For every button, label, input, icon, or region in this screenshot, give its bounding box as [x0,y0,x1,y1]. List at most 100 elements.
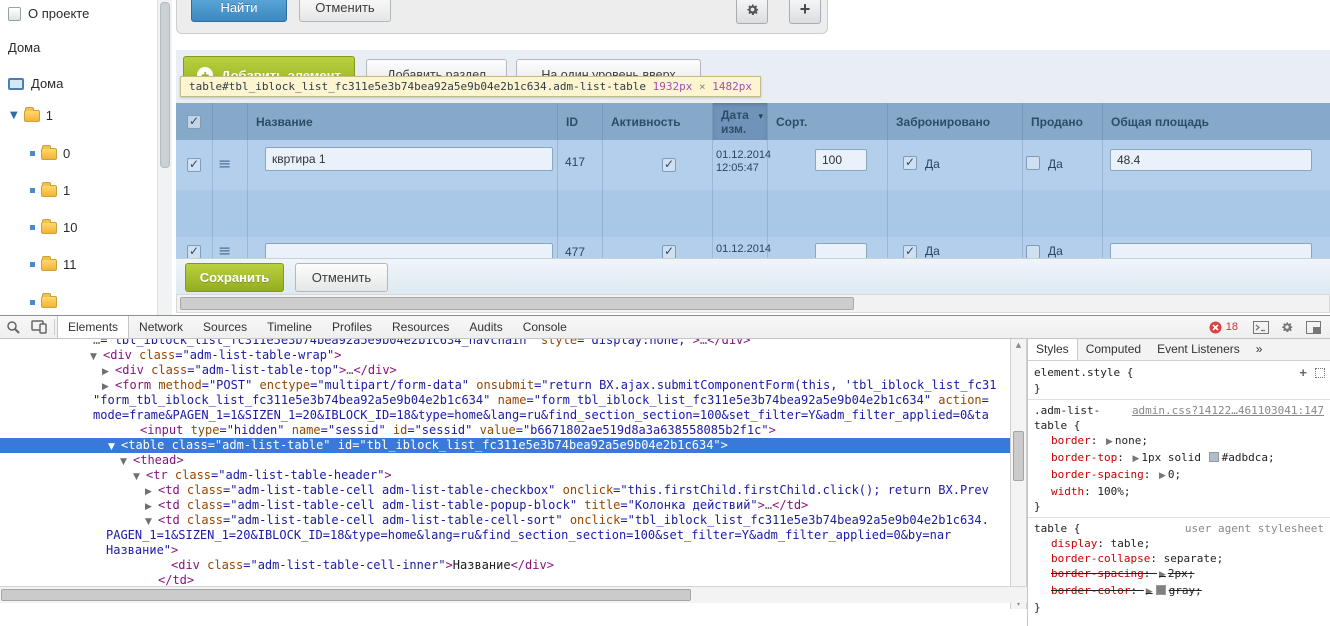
row-menu-icon[interactable]: ≡ [218,154,231,173]
area-input[interactable] [1110,149,1312,171]
select-all-checkbox[interactable] [187,114,201,129]
devtools-tab-network[interactable]: Network [129,316,193,338]
horizontal-scrollbar[interactable] [176,294,1330,313]
dom-node-line[interactable]: ▼ <td class="adm-list-table-cell adm-list… [0,513,1010,528]
sort-input[interactable] [815,149,867,171]
error-badge-icon[interactable] [1208,321,1224,334]
scrollbar-thumb[interactable] [180,297,854,310]
css-property[interactable]: border-spacing: ▶ 2px; [1034,566,1324,583]
console-drawer-icon[interactable] [1248,320,1274,334]
scrollbar-thumb[interactable] [160,2,170,168]
row-select-checkbox[interactable] [187,157,201,172]
devtools-tab-resources[interactable]: Resources [382,316,459,338]
dom-node-line[interactable]: "form_tbl_iblock_list_fc311e5e3b74bea92a… [0,393,1010,408]
sidebar-scrollbar[interactable] [157,0,172,315]
new-style-rule-icon[interactable]: + [1299,365,1307,380]
css-property[interactable]: width: 100%; [1034,484,1324,499]
dom-node-line[interactable]: …="tbl_iblock_list_fc311e5e3b74bea92a5e9… [0,339,1010,348]
dom-node-line[interactable]: Название"> [0,543,1010,558]
filter-cancel-button[interactable]: Отменить [299,0,391,22]
column-header-date-sorted[interactable]: Дата изм. ▾ [712,103,767,140]
sort-input[interactable] [815,243,867,258]
column-header-sold[interactable]: Продано [1022,103,1102,140]
dock-side-icon[interactable] [1300,320,1326,334]
save-button[interactable]: Сохранить [185,263,284,292]
tree-item-1[interactable]: 1 [30,181,71,198]
color-swatch[interactable] [1208,452,1219,462]
inspect-element-search-icon[interactable] [0,316,26,338]
tree-item-10[interactable]: 10 [30,218,77,235]
devtools-tab-timeline[interactable]: Timeline [257,316,322,338]
active-checkbox[interactable] [662,244,676,258]
styles-tab-styles[interactable]: Styles [1028,339,1078,360]
name-input[interactable] [265,243,553,258]
bullet-icon [30,225,35,230]
devtools-tab-audits[interactable]: Audits [459,316,512,338]
area-input[interactable] [1110,243,1312,258]
dom-node-line[interactable]: <input type="hidden" name="sessid" id="s… [0,423,1010,438]
column-header-active[interactable]: Активность [602,103,712,140]
scroll-up-arrow-icon[interactable]: ▲ [1011,339,1026,351]
name-input[interactable] [265,147,553,171]
color-swatch[interactable] [1155,585,1166,595]
devtools: Elements Network Sources Timeline Profiles Re… [0,315,1330,626]
toggle-element-state-icon[interactable] [1315,367,1325,378]
row-select-checkbox[interactable] [187,244,201,258]
error-count[interactable]: 18 [1226,321,1238,333]
css-property[interactable]: border: ▶ none; [1034,433,1324,450]
bitrix-admin: О проекте Дома Дома ▼ 1 0 1 10 11 Найти Отм… [0,0,1330,315]
devtools-tab-elements[interactable]: Elements [57,316,130,338]
dom-node-line[interactable]: ▶<td class="adm-list-table-cell adm-list… [0,498,1010,513]
actions-column-header[interactable] [212,103,247,140]
styles-tab-event-listeners[interactable]: Event Listeners [1149,339,1248,360]
stylesheet-link[interactable]: admin.css?14122…461103041:147 [1132,403,1324,418]
dom-node-line[interactable]: ▶ <form method="POST" enctype="multipart/… [0,378,1010,393]
booked-checkbox[interactable] [903,244,917,258]
devtools-tab-console[interactable]: Console [513,316,577,338]
css-property[interactable]: border-collapse: separate; [1034,551,1324,566]
booked-checkbox[interactable] [903,155,917,170]
scrollbar-thumb[interactable] [1,589,691,601]
devtools-tab-profiles[interactable]: Profiles [322,316,382,338]
tree-item-label: 1 [63,183,71,198]
tree-item-11[interactable]: 11 [30,255,77,272]
column-header-area[interactable]: Общая площадь [1102,103,1330,140]
active-checkbox[interactable] [662,157,676,172]
cancel-button[interactable]: Отменить [295,263,388,292]
device-mode-icon[interactable] [26,316,52,338]
scrollbar-thumb[interactable] [1013,431,1024,481]
dom-node-line-selected[interactable]: ▼ <table class="adm-list-table" id="tbl_i… [0,438,1010,453]
column-header-sort[interactable]: Сорт. [767,103,887,140]
sold-label: Да [1048,157,1063,171]
dom-node-line[interactable]: mode=frame&PAGEN_1=1&SIZEN_1=20&IBLOCK_I… [0,408,1010,423]
find-button[interactable]: Найти [191,0,287,22]
row-menu-icon[interactable]: ≡ [218,241,231,258]
column-header-name[interactable]: Название [247,103,557,140]
elements-vertical-scrollbar[interactable]: ▲ ▼ [1010,339,1027,609]
elements-horizontal-scrollbar[interactable] [0,586,1027,603]
filter-settings-gear-button[interactable] [736,0,768,24]
css-property[interactable]: border-top: ▶ 1px solid #adbdca; [1034,450,1324,467]
dom-node-line[interactable]: <div class="adm-list-table-cell-inner">Н… [0,558,1010,573]
devtools-settings-gear-icon[interactable] [1274,320,1300,334]
column-header-id[interactable]: ID [557,103,602,140]
dom-node-line[interactable]: ▼ <thead> [0,453,1010,468]
css-property[interactable]: border-spacing: ▶ 0; [1034,467,1324,484]
dom-node-line[interactable]: ▶<td class="adm-list-table-cell adm-list… [0,483,1010,498]
css-property[interactable]: display: table; [1034,536,1324,551]
css-property[interactable]: border-color: ▶ gray; [1034,583,1324,600]
styles-tab-overflow[interactable]: » [1248,339,1271,360]
sold-checkbox[interactable] [1026,245,1040,258]
element-style-rule[interactable]: element.style { + [1028,364,1330,381]
dom-node-line[interactable]: ▼ <tr class="adm-list-table-header"> [0,468,1010,483]
sold-checkbox[interactable] [1026,156,1040,170]
add-filter-field-button[interactable]: + [789,0,821,24]
tree-item-0[interactable]: 0 [30,144,70,161]
styles-tab-computed[interactable]: Computed [1078,339,1149,360]
tree-item-partial[interactable] [30,293,57,308]
devtools-tab-sources[interactable]: Sources [193,316,257,338]
dom-node-line[interactable]: PAGEN_1=1&SIZEN_1=20&IBLOCK_ID=18&type=h… [0,528,1010,543]
dom-node-line[interactable]: ▼ <div class="adm-list-table-wrap"> [0,348,1010,363]
dom-node-line[interactable]: ▶ <div class="adm-list-table-top">…</div> [0,363,1010,378]
column-header-booked[interactable]: Забронировано [887,103,1022,140]
